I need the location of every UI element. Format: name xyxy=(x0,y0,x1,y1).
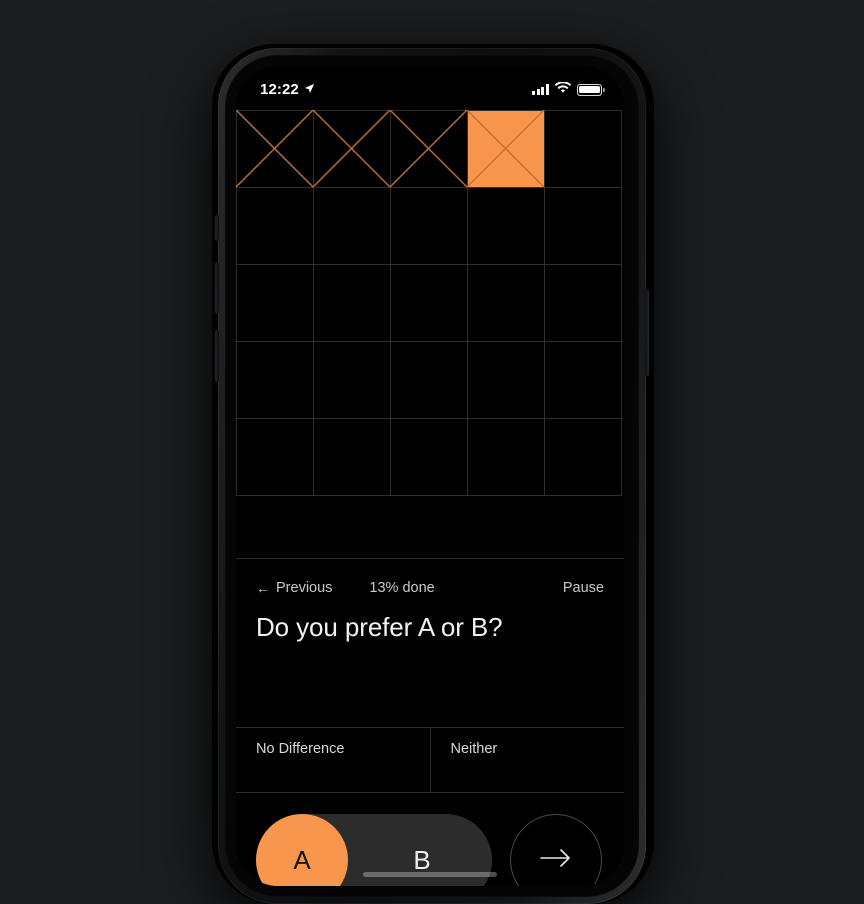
arrow-right-icon xyxy=(539,848,573,873)
progress-toolbar: ← Previous 13% done Pause xyxy=(236,558,624,616)
home-indicator xyxy=(363,872,497,877)
volume-up-button[interactable] xyxy=(215,262,219,314)
wifi-icon xyxy=(554,80,572,99)
no-difference-button[interactable]: No Difference xyxy=(236,728,430,792)
question-text: Do you prefer A or B? xyxy=(256,612,503,642)
status-bar-left: 12:22 xyxy=(260,78,315,98)
power-button[interactable] xyxy=(645,290,649,376)
volume-down-button[interactable] xyxy=(215,330,219,382)
grid-cell-cross xyxy=(236,110,314,188)
answer-history-grid[interactable] xyxy=(236,110,624,558)
status-bar-right xyxy=(532,78,605,99)
secondary-choices: No Difference Neither xyxy=(236,727,624,793)
cellular-bars-icon xyxy=(532,84,549,95)
arrow-left-icon: ← xyxy=(256,579,270,596)
location-arrow-icon xyxy=(304,81,315,98)
mute-switch-button[interactable] xyxy=(215,215,219,241)
neither-button[interactable]: Neither xyxy=(429,728,625,792)
previous-button[interactable]: ← Previous xyxy=(256,580,332,596)
screenshot-canvas: 12:22 ← Previous 13% done Pause Do you p… xyxy=(0,0,864,904)
grid-cell-cross xyxy=(312,110,391,188)
option-a-knob[interactable]: A xyxy=(256,814,348,886)
progress-label: 13% done xyxy=(369,579,435,596)
status-bar: 12:22 xyxy=(236,66,624,110)
pause-button[interactable]: Pause xyxy=(563,580,604,596)
grid-cell-cross xyxy=(389,110,468,188)
next-button[interactable] xyxy=(510,814,602,886)
status-bar-time: 12:22 xyxy=(260,81,299,98)
grid-svg xyxy=(236,110,622,496)
phone-screen: 12:22 ← Previous 13% done Pause Do you p… xyxy=(236,66,624,886)
battery-full-icon xyxy=(577,83,605,96)
previous-button-label: Previous xyxy=(276,579,333,596)
